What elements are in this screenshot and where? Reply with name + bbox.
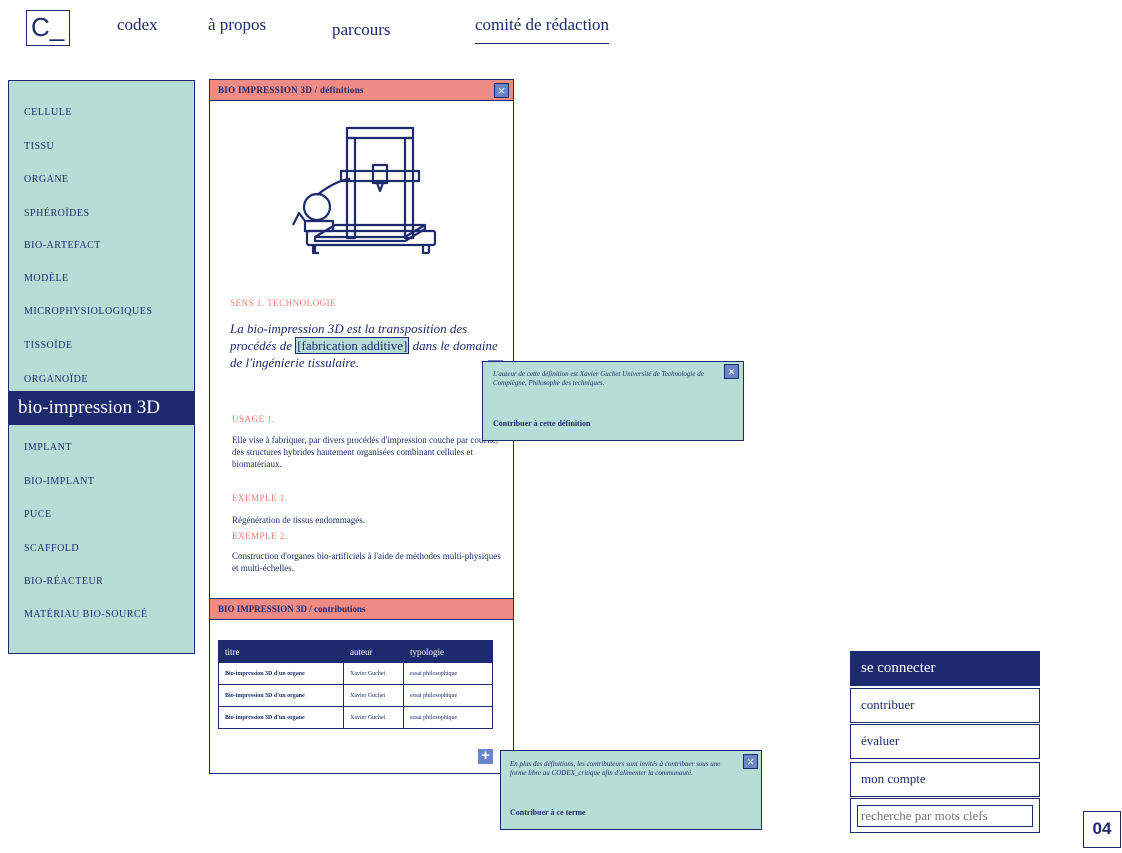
- table-row[interactable]: Bio-impression 3D d'un organe Xavier Guc…: [218, 706, 493, 729]
- sidebar-item-modele[interactable]: MODÈLE: [24, 273, 69, 284]
- example1-text: Régénération de tissus endommagés.: [232, 515, 365, 525]
- cell-typologie: essai philosophique: [403, 706, 493, 729]
- plus-icon[interactable]: +: [478, 748, 493, 764]
- column-header-titre[interactable]: titre: [218, 640, 344, 663]
- sidebar-item-bio-reacteur[interactable]: BIO-RÉACTEUR: [24, 576, 103, 587]
- sidebar-item-spheroides[interactable]: SPHÉROÏDES: [24, 208, 90, 219]
- page-number: 04: [1083, 811, 1121, 848]
- sidebar-item-puce[interactable]: PUCE: [24, 509, 52, 520]
- sidebar-item-cellule[interactable]: CELLULE: [24, 107, 72, 118]
- contribute-definition-link[interactable]: Contribuer à cette définition: [493, 419, 590, 428]
- cell-auteur: Xavier Guchet: [343, 706, 404, 729]
- nav-a-propos[interactable]: à propos: [208, 15, 266, 35]
- cell-titre[interactable]: Bio-impression 3D d'un organe: [218, 706, 344, 729]
- column-header-auteur[interactable]: auteur: [343, 640, 404, 663]
- contributions-table: titre auteur typologie Bio-impression 3D…: [218, 640, 493, 729]
- nav-parcours[interactable]: parcours: [332, 20, 391, 40]
- cell-titre[interactable]: Bio-impression 3D d'un organe: [218, 662, 344, 685]
- nav-comite-de-redaction[interactable]: comité de rédaction: [475, 15, 610, 44]
- contrib-popup-text: En plus des définitions, les contributeu…: [510, 760, 721, 777]
- sidebar: [8, 80, 195, 654]
- cell-typologie: essai philosophique: [403, 684, 493, 707]
- sidebar-item-microphysiologiques[interactable]: MICROPHYSIOLOGIQUES: [24, 306, 152, 317]
- 3d-printer-icon: [292, 126, 437, 255]
- search-input[interactable]: [857, 805, 1033, 827]
- table-row[interactable]: Bio-impression 3D d'un organe Xavier Guc…: [218, 662, 493, 685]
- cell-typologie: essai philosophique: [403, 662, 493, 685]
- cell-auteur: Xavier Guchet: [343, 684, 404, 707]
- example2-label: EXEMPLE 2.: [232, 531, 288, 541]
- definition-text: La bio-impression 3D est la transpositio…: [230, 320, 500, 371]
- table-row[interactable]: Bio-impression 3D d'un organe Xavier Guc…: [218, 684, 493, 707]
- sidebar-item-materiau-bio-source[interactable]: MATÉRIAU BIO-SOURCÉ: [24, 609, 148, 620]
- evaluate-button[interactable]: évaluer: [850, 724, 1040, 759]
- usage-label: USAGE 1.: [232, 414, 276, 424]
- cell-auteur: Xavier Guchet: [343, 662, 404, 685]
- example1-label: EXEMPLE 1.: [232, 493, 288, 503]
- sidebar-item-scaffold[interactable]: SCAFFOLD: [24, 543, 79, 554]
- sense-label: SENS 1. TECHNOLOGIE: [230, 298, 337, 308]
- definition-panel-title: BIO IMPRESSION 3D / définitions: [209, 79, 514, 101]
- close-icon[interactable]: ×: [494, 83, 509, 98]
- sidebar-item-bio-impression-3d[interactable]: bio-impression 3D: [8, 391, 195, 425]
- contribute-term-link[interactable]: Contribuer à ce terme: [510, 808, 586, 817]
- contributions-panel-title: BIO IMPRESSION 3D / contributions: [209, 598, 514, 620]
- example2-text: Construction d'organes bio-artificiels à…: [232, 551, 501, 573]
- sidebar-item-tissoide[interactable]: TISSOÏDE: [24, 340, 72, 351]
- sidebar-item-implant[interactable]: IMPLANT: [24, 442, 72, 453]
- contribute-button[interactable]: contribuer: [850, 688, 1040, 723]
- column-header-typologie[interactable]: typologie: [403, 640, 493, 663]
- my-account-button[interactable]: mon compte: [850, 762, 1040, 797]
- sidebar-item-bio-artefact[interactable]: BIO-ARTEFACT: [24, 240, 101, 251]
- nav-codex[interactable]: codex: [117, 15, 158, 35]
- cell-titre[interactable]: Bio-impression 3D d'un organe: [218, 684, 344, 707]
- login-button[interactable]: se connecter: [850, 651, 1040, 686]
- sidebar-item-tissu[interactable]: TISSU: [24, 141, 54, 152]
- sidebar-item-bio-implant[interactable]: BIO-IMPLANT: [24, 476, 95, 487]
- logo[interactable]: C_: [26, 10, 70, 46]
- close-popup-icon[interactable]: ×: [724, 364, 739, 379]
- close-popup-icon[interactable]: ×: [743, 754, 758, 769]
- highlighted-term[interactable]: [fabrication additive]: [295, 337, 410, 354]
- sidebar-item-organe[interactable]: ORGANE: [24, 174, 69, 185]
- usage-text: Elle vise à fabriquer, par divers procéd…: [232, 435, 499, 469]
- sidebar-item-organoide[interactable]: ORGANOÏDE: [24, 374, 88, 385]
- author-popup-text: L'auteur de cette définition est Xavier …: [493, 370, 704, 387]
